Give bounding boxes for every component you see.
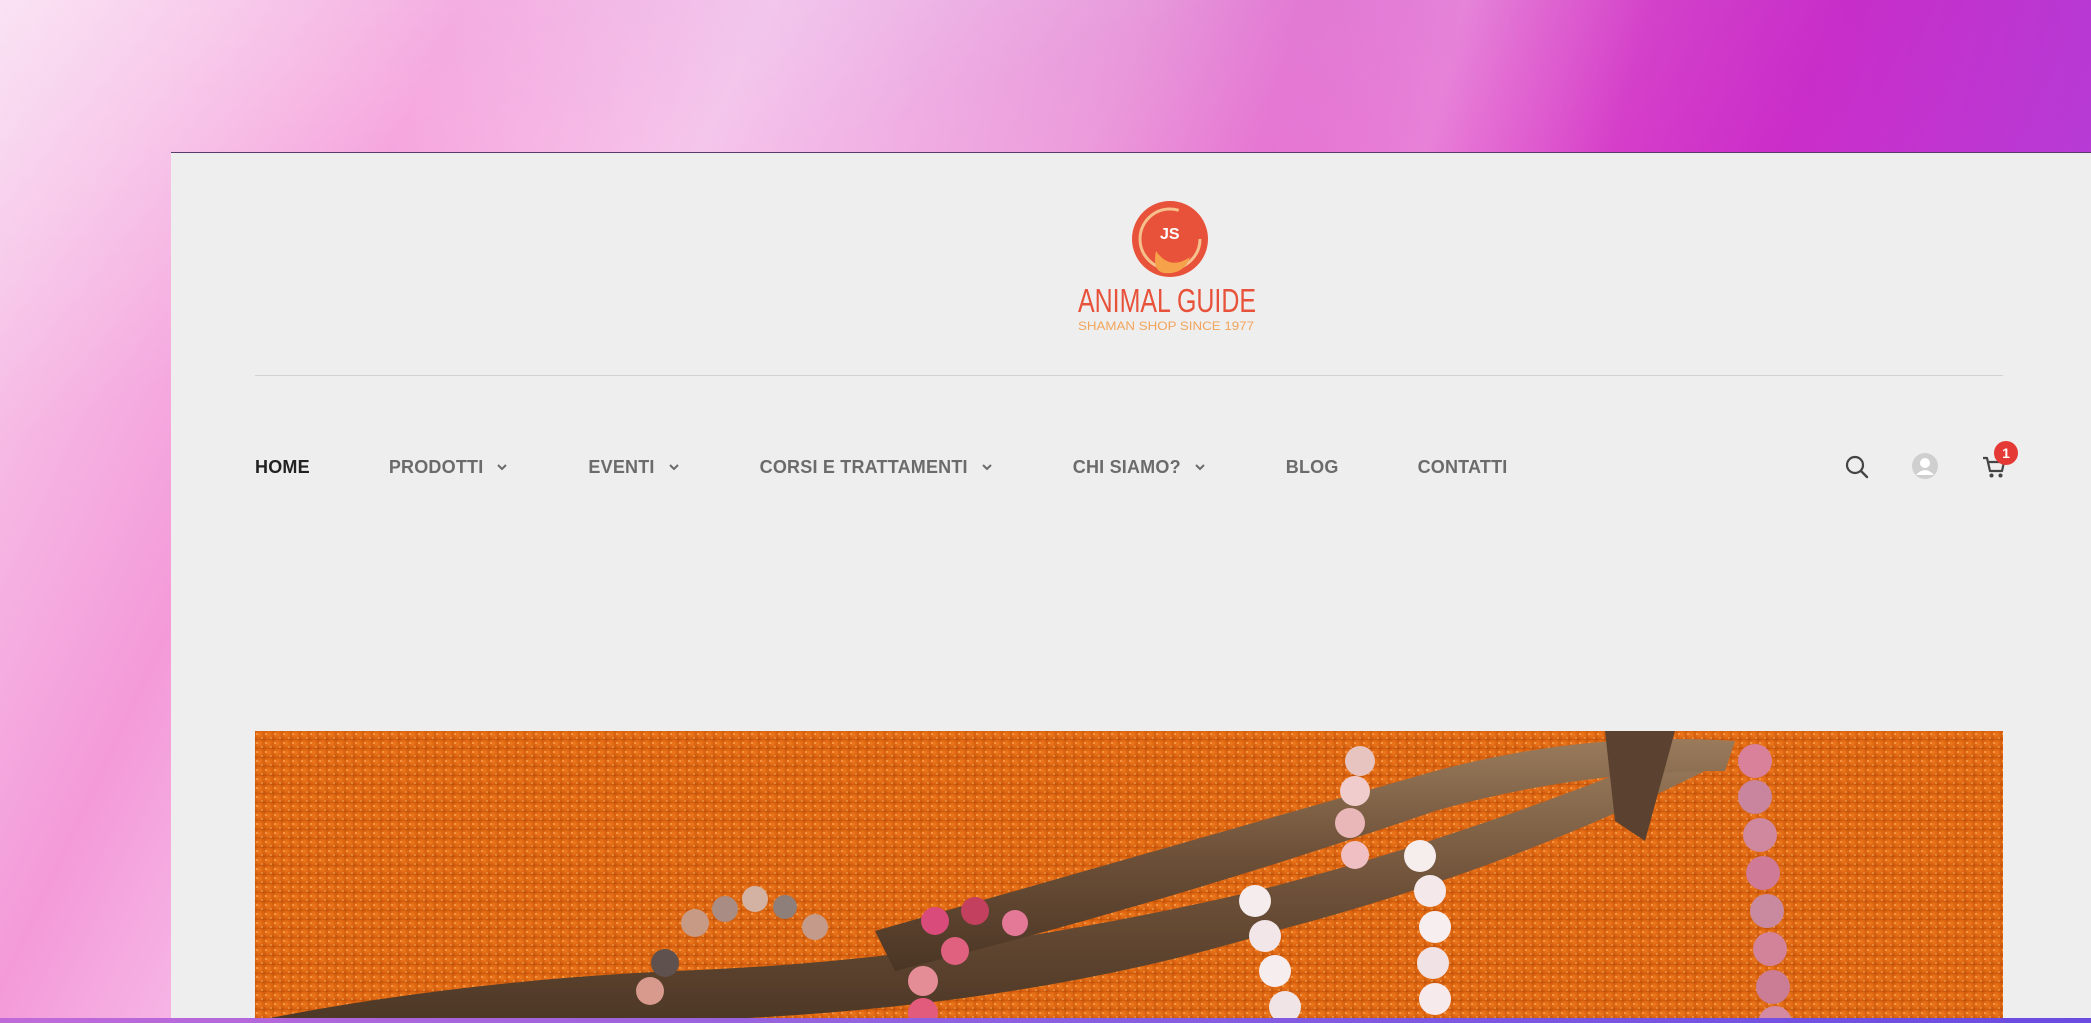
nav-item-label: CONTATTI (1417, 456, 1508, 477)
chevron-down-icon (497, 464, 508, 471)
nav-item-eventi[interactable]: EVENTI (588, 457, 680, 478)
chevron-down-icon (1195, 464, 1205, 471)
header-divider (255, 375, 2003, 376)
nav-item-chi-siamo[interactable]: CHI SIAMO? (1073, 457, 1207, 478)
nav-item-contatti[interactable]: CONTATTI (1418, 457, 1508, 478)
nav-item-label: CHI SIAMO? (1072, 456, 1181, 477)
site-logo[interactable]: JS ANIMAL GUIDE SHAMAN SHOP SINCE 1977 (1038, 199, 1308, 334)
taskbar-strip (0, 1018, 2091, 1023)
cart-count-badge: 1 (1994, 441, 2018, 465)
logo-text: ANIMAL GUIDE (1078, 282, 1256, 319)
logo-monogram: JS (1160, 226, 1180, 243)
nav-item-blog[interactable]: BLOG (1286, 457, 1339, 478)
chevron-down-icon (668, 464, 679, 471)
nav-item-label: BLOG (1285, 456, 1339, 477)
browser-page: JS ANIMAL GUIDE SHAMAN SHOP SINCE 1977 H… (171, 152, 2091, 1019)
account-button[interactable] (1910, 451, 1940, 486)
nav-item-corsi-e-trattamenti[interactable]: CORSI E TRATTAMENTI (760, 457, 994, 478)
hero-image (255, 731, 2003, 1019)
nav-item-label: PRODOTTI (388, 456, 484, 477)
search-icon (1845, 455, 1869, 479)
bracelets-photo (255, 731, 2003, 1019)
nav-item-label: EVENTI (588, 456, 655, 477)
nav-item-label: CORSI E TRATTAMENTI (759, 456, 968, 477)
nav-item-label: HOME (255, 456, 310, 477)
logo-graphic: JS ANIMAL GUIDE SHAMAN SHOP SINCE 1977 (1078, 201, 1256, 333)
nav-item-prodotti[interactable]: PRODOTTI (389, 457, 510, 478)
nav-item-home[interactable]: HOME (255, 457, 310, 478)
search-button[interactable] (1843, 453, 1871, 486)
chevron-down-icon (982, 464, 992, 471)
user-icon (1912, 453, 1938, 479)
logo-tagline: SHAMAN SHOP SINCE 1977 (1078, 319, 1254, 333)
main-nav: HOME PRODOTTI EVENTI CORSI E TRATTAMENTI… (255, 453, 1586, 481)
